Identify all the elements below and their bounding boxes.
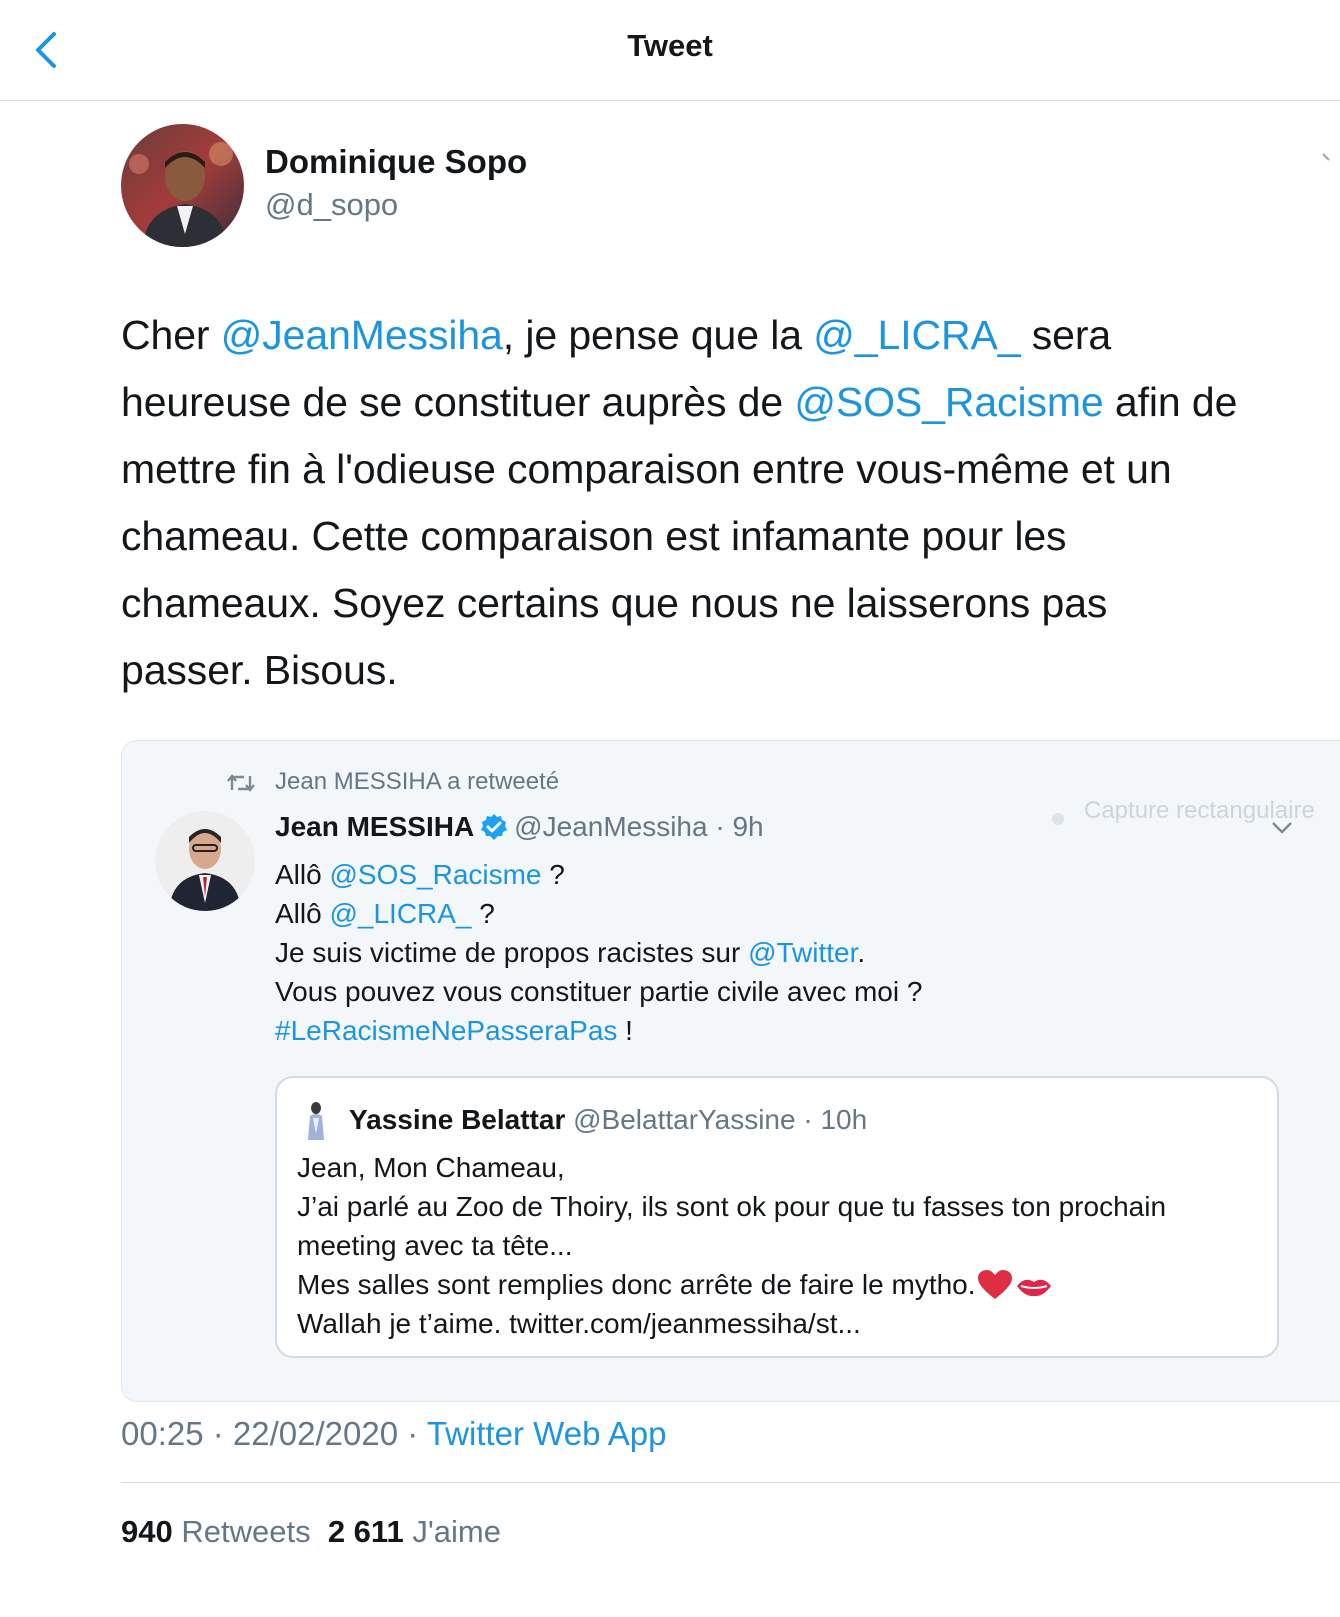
text-segment: passer. Bisous. xyxy=(121,647,398,693)
text-segment: sera xyxy=(1020,312,1112,358)
quote-line: meeting avec ta tête... xyxy=(297,1230,573,1261)
text-segment: afin de xyxy=(1103,379,1238,425)
mention-link[interactable]: @JeanMessiha xyxy=(221,312,503,358)
quote-line: J’ai parlé au Zoo de Thoiry, ils sont ok… xyxy=(297,1191,1167,1222)
text-line: mettre fin à l'odieuse comparaison entre… xyxy=(121,436,1340,503)
text-segment: ? xyxy=(471,898,495,929)
page-title: Tweet xyxy=(627,28,713,63)
time-date: 00:25 · 22/02/2020 · xyxy=(121,1415,427,1452)
quoted-tweet-text: Allô @SOS_Racisme ? Allô @_LICRA_ ? Je sui… xyxy=(275,855,922,1050)
likes-count[interactable]: 2 611 xyxy=(328,1514,404,1549)
retweets-count[interactable]: 940 xyxy=(121,1514,173,1549)
quote-text: Jean, Mon Chameau, J’ai parlé au Zoo de … xyxy=(297,1148,1166,1343)
embedded-screenshot[interactable]: Jean MESSIHA a retweeté Capture rectangu… xyxy=(121,740,1340,1402)
capture-dot-icon xyxy=(1052,813,1064,825)
author-name[interactable]: Jean MESSIHA xyxy=(275,811,474,842)
text-segment: ? xyxy=(541,859,565,890)
tweet-text: Cher @JeanMessiha, je pense que la @_LIC… xyxy=(121,302,1340,704)
author-handle[interactable]: @d_sopo xyxy=(265,187,398,223)
text-segment: Je suis victime de propos racistes sur xyxy=(275,937,749,968)
avatar[interactable] xyxy=(301,1100,331,1140)
likes-label[interactable]: J'aime xyxy=(412,1514,501,1549)
text-segment: chameau. Cette comparaison est infamante… xyxy=(121,513,1067,559)
text-line: #LeRacismeNePasseraPas ! xyxy=(275,1011,922,1050)
source-link[interactable]: Twitter Web App xyxy=(427,1415,667,1452)
retweets-label[interactable]: Retweets xyxy=(181,1514,310,1549)
heart-icon xyxy=(977,1270,1012,1310)
text-line: Allô @_LICRA_ ? xyxy=(275,894,922,933)
verified-badge-icon xyxy=(480,813,508,841)
text-segment: chameaux. Soyez certains que nous ne lai… xyxy=(121,580,1108,626)
text-line: Vous pouvez vous constituer partie civil… xyxy=(275,972,922,1011)
divider xyxy=(121,1482,1340,1483)
tweet-stats: 940 Retweets 2 611 J'aime xyxy=(121,1514,501,1550)
mention-link[interactable]: @SOS_Racisme xyxy=(794,379,1103,425)
quote-card[interactable]: Yassine Belattar @BelattarYassine · 10h … xyxy=(275,1076,1279,1358)
top-bar: Tweet xyxy=(0,0,1340,101)
quote-author-line: Yassine Belattar @BelattarYassine · 10h xyxy=(349,1104,867,1136)
author-meta: @BelattarYassine · 10h xyxy=(573,1104,868,1135)
text-segment: heureuse de se constituer auprès de xyxy=(121,379,795,425)
mention-link[interactable]: @Twitter xyxy=(748,937,857,968)
hashtag-link[interactable]: #LeRacismeNePasseraPas xyxy=(275,1015,617,1046)
text-segment: Allô xyxy=(275,859,330,890)
text-line: Cher @JeanMessiha, je pense que la @_LIC… xyxy=(121,302,1340,369)
avatar[interactable] xyxy=(155,811,255,911)
author-name[interactable]: Yassine Belattar xyxy=(349,1104,565,1135)
text-segment: Allô xyxy=(275,898,330,929)
author-meta: @JeanMessiha · 9h xyxy=(514,811,764,842)
author-name[interactable]: Dominique Sopo xyxy=(265,143,527,181)
text-segment: mettre fin à l'odieuse comparaison entre… xyxy=(121,446,1172,492)
text-line: chameau. Cette comparaison est infamante… xyxy=(121,503,1340,570)
mention-link[interactable]: @_LICRA_ xyxy=(329,898,471,929)
text-line: Je suis victime de propos racistes sur @… xyxy=(275,933,922,972)
kiss-lips-icon xyxy=(1016,1269,1052,1308)
retweet-label: Jean MESSIHA a retweeté xyxy=(275,768,560,795)
text-segment: Vous pouvez vous constituer partie civil… xyxy=(275,976,923,1007)
quoted-author-line: Jean MESSIHA @JeanMessiha · 9h xyxy=(275,811,764,843)
retweet-icon xyxy=(226,771,256,795)
chevron-down-icon[interactable] xyxy=(1270,819,1294,837)
text-segment: ! xyxy=(617,1015,633,1046)
tweet-timestamp: 00:25 · 22/02/2020 · Twitter Web App xyxy=(121,1415,666,1453)
text-line: chameaux. Soyez certains que nous ne lai… xyxy=(121,570,1340,637)
mention-link[interactable]: @_LICRA_ xyxy=(813,312,1020,358)
chevron-down-icon[interactable] xyxy=(1322,150,1336,164)
mention-link[interactable]: @SOS_Racisme xyxy=(329,859,541,890)
text-segment: , je pense que la xyxy=(502,312,814,358)
quote-line: Wallah je t’aime. twitter.com/jeanmessih… xyxy=(297,1308,861,1339)
avatar[interactable] xyxy=(121,124,244,247)
text-line: Allô @SOS_Racisme ? xyxy=(275,855,922,894)
text-line: passer. Bisous. xyxy=(121,637,1340,704)
quote-line: Jean, Mon Chameau, xyxy=(297,1152,565,1183)
text-segment: . xyxy=(857,937,866,968)
quote-line: Mes salles sont remplies donc arrête de … xyxy=(297,1265,1166,1304)
text-segment: Cher xyxy=(121,312,221,358)
text-line: heureuse de se constituer auprès de @SOS… xyxy=(121,369,1340,436)
